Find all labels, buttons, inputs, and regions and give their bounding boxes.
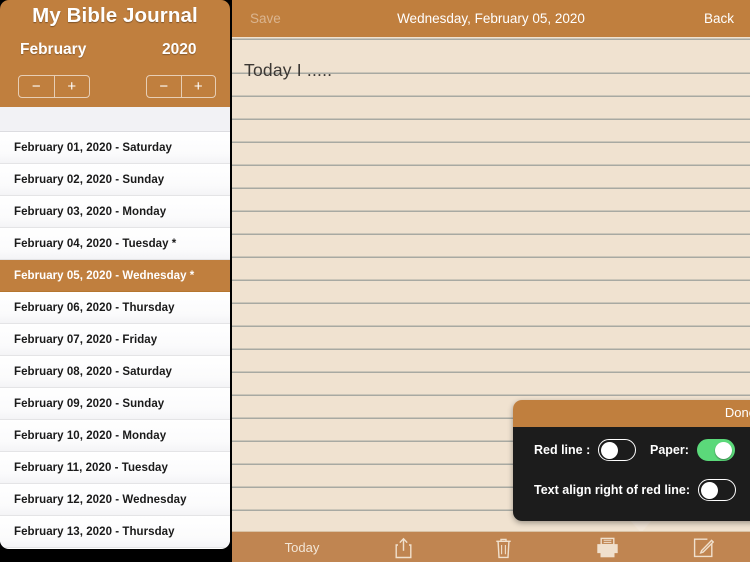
list-item[interactable]: February 12, 2020 - Wednesday bbox=[0, 484, 230, 516]
date-list[interactable]: February 01, 2020 - Saturday February 02,… bbox=[0, 132, 230, 549]
month-stepper[interactable]: − + bbox=[18, 75, 90, 98]
list-item-label: February 11, 2020 - Tuesday bbox=[14, 461, 168, 474]
list-topbar bbox=[0, 107, 230, 132]
toggle-knob bbox=[700, 481, 718, 499]
year-label: 2020 bbox=[162, 41, 197, 58]
list-item-label: February 04, 2020 - Tuesday * bbox=[14, 237, 177, 250]
detail-topbar: Save Wednesday, February 05, 2020 Back bbox=[232, 0, 750, 37]
popover-header: Done bbox=[513, 400, 750, 427]
year-stepper[interactable]: − + bbox=[146, 75, 216, 98]
month-increment-button[interactable]: + bbox=[55, 76, 90, 97]
option-red-line-label: Red line : bbox=[534, 443, 591, 457]
paper-toggle[interactable] bbox=[696, 439, 735, 461]
today-button[interactable]: Today bbox=[272, 532, 332, 562]
list-item-label: February 06, 2020 - Thursday bbox=[14, 301, 175, 314]
list-item-label: February 12, 2020 - Wednesday bbox=[14, 493, 187, 506]
list-item[interactable]: February 10, 2020 - Monday bbox=[0, 420, 230, 452]
list-item-label: February 08, 2020 - Saturday bbox=[14, 365, 173, 378]
list-item-label: February 01, 2020 - Saturday bbox=[14, 141, 173, 154]
sidebar-header: My Bible Journal February 2020 − + − + bbox=[0, 0, 230, 107]
settings-popover: Done Red line : Paper: Text align righ bbox=[513, 400, 750, 521]
list-item-label: February 03, 2020 - Monday bbox=[14, 205, 167, 218]
compose-icon[interactable] bbox=[680, 532, 726, 562]
option-text-align-label: Text align right of red line: bbox=[534, 483, 691, 497]
detail-title: Wednesday, February 05, 2020 bbox=[397, 11, 585, 26]
option-text-align: Text align right of red line: bbox=[534, 479, 737, 501]
text-align-toggle[interactable] bbox=[698, 479, 737, 501]
detail-pane: Save Wednesday, February 05, 2020 Back T… bbox=[232, 0, 750, 562]
bottom-toolbar: Today bbox=[232, 531, 750, 562]
popover-body: Red line : Paper: Text align right of re… bbox=[513, 427, 750, 521]
list-item[interactable]: February 05, 2020 - Wednesday * bbox=[0, 260, 230, 292]
list-item[interactable]: February 11, 2020 - Tuesday bbox=[0, 452, 230, 484]
back-button[interactable]: Back bbox=[704, 11, 734, 26]
list-item-label: February 05, 2020 - Wednesday * bbox=[14, 269, 195, 282]
list-item[interactable]: February 07, 2020 - Friday bbox=[0, 324, 230, 356]
list-item[interactable]: February 13, 2020 - Thursday bbox=[0, 516, 230, 548]
list-item[interactable]: February 09, 2020 - Sunday bbox=[0, 388, 230, 420]
note-text[interactable]: Today I ..... bbox=[244, 60, 332, 81]
option-red-line: Red line : bbox=[534, 439, 637, 461]
sidebar: My Bible Journal February 2020 − + − + F… bbox=[0, 0, 232, 562]
month-label: February bbox=[20, 41, 87, 58]
page-title: My Bible Journal bbox=[32, 4, 198, 27]
share-icon[interactable] bbox=[380, 532, 426, 562]
month-decrement-button[interactable]: − bbox=[19, 76, 55, 97]
list-item[interactable]: February 08, 2020 - Saturday bbox=[0, 356, 230, 388]
list-item-label: February 07, 2020 - Friday bbox=[14, 333, 158, 346]
list-item[interactable]: February 04, 2020 - Tuesday * bbox=[0, 228, 230, 260]
list-item-label: February 09, 2020 - Sunday bbox=[14, 397, 165, 410]
toggle-knob bbox=[600, 441, 618, 459]
option-paper: Paper: bbox=[650, 439, 735, 461]
toggle-knob bbox=[715, 441, 733, 459]
option-paper-label: Paper: bbox=[650, 443, 689, 457]
list-item[interactable]: February 06, 2020 - Thursday bbox=[0, 292, 230, 324]
list-item-label: February 13, 2020 - Thursday bbox=[14, 525, 175, 538]
popover-done-button[interactable]: Done bbox=[725, 405, 750, 420]
app-root: My Bible Journal February 2020 − + − + F… bbox=[0, 0, 750, 562]
list-item[interactable]: February 02, 2020 - Sunday bbox=[0, 164, 230, 196]
year-increment-button[interactable]: + bbox=[182, 76, 216, 97]
trash-icon[interactable] bbox=[480, 532, 526, 562]
list-item[interactable]: February 03, 2020 - Monday bbox=[0, 196, 230, 228]
red-line-toggle[interactable] bbox=[598, 439, 637, 461]
list-item[interactable]: February 01, 2020 - Saturday bbox=[0, 132, 230, 164]
list-item-label: February 02, 2020 - Sunday bbox=[14, 173, 165, 186]
list-item-label: February 10, 2020 - Monday bbox=[14, 429, 167, 442]
year-decrement-button[interactable]: − bbox=[147, 76, 182, 97]
print-icon[interactable] bbox=[584, 532, 630, 562]
